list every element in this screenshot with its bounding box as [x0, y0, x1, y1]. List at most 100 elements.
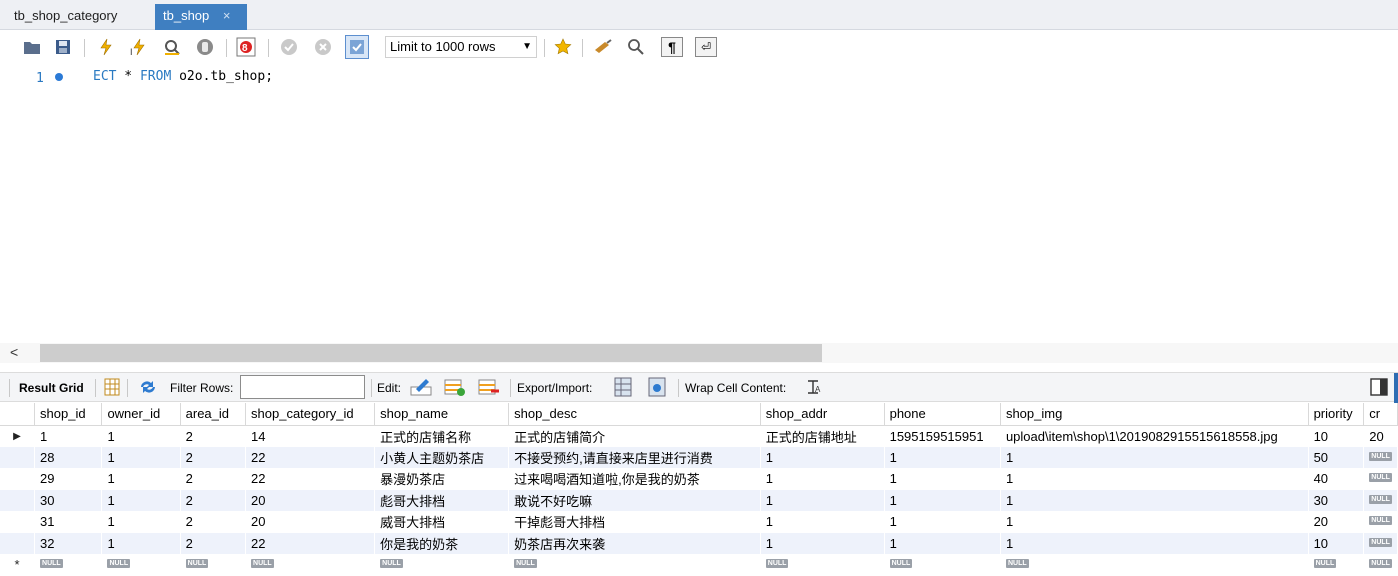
row-selector[interactable]: [0, 468, 35, 490]
table-cell[interactable]: 22: [246, 468, 375, 490]
row-selector[interactable]: [0, 511, 35, 533]
table-cell[interactable]: 20: [246, 511, 375, 533]
table-cell[interactable]: 2: [180, 446, 246, 468]
table-cell[interactable]: 10: [1308, 532, 1364, 554]
delete-row-icon[interactable]: [478, 377, 500, 401]
add-snippet-star-icon[interactable]: [553, 37, 573, 57]
column-header[interactable]: shop_name: [374, 403, 510, 426]
table-cell[interactable]: 30: [1308, 489, 1364, 511]
table-row[interactable]: 29 1 2 22 暴漫奶茶店 过来喝喝酒知道啦,你是我的奶茶 1 1 1 40 NULL: [0, 468, 1398, 490]
table-cell[interactable]: 1: [760, 489, 885, 511]
table-cell[interactable]: 10: [1308, 425, 1364, 447]
table-cell[interactable]: NULL: [375, 554, 509, 576]
table-cell[interactable]: 1: [760, 446, 885, 468]
export-icon[interactable]: [612, 377, 634, 401]
scroll-left-icon[interactable]: <: [10, 344, 18, 360]
table-cell[interactable]: 正式的店铺名称: [375, 425, 509, 447]
table-cell[interactable]: NULL: [1308, 554, 1364, 576]
execute-icon[interactable]: [96, 37, 116, 57]
table-cell[interactable]: 你是我的奶茶: [374, 532, 509, 554]
execute-current-icon[interactable]: I: [129, 37, 149, 57]
table-row[interactable]: 30 1 2 20 彪哥大排档 敢说不好吃嘛 1 1 1 30 NULL: [0, 489, 1398, 511]
sql-editor[interactable]: 1 ECT * FROM o2o.tb_shop;: [0, 63, 1398, 343]
table-cell[interactable]: 1: [102, 425, 180, 447]
autocommit-toggle-icon[interactable]: [345, 35, 369, 59]
table-cell[interactable]: 30: [34, 489, 102, 511]
table-cell[interactable]: 1: [35, 425, 102, 447]
table-cell[interactable]: NULL: [1364, 511, 1398, 533]
table-cell[interactable]: 2: [180, 532, 246, 554]
table-cell[interactable]: NULL: [1364, 554, 1398, 576]
table-cell[interactable]: 1: [1000, 489, 1309, 511]
table-cell[interactable]: 敢说不好吃嘛: [508, 489, 761, 511]
table-cell[interactable]: 22: [245, 446, 375, 468]
table-cell[interactable]: 1: [760, 511, 884, 533]
column-header[interactable]: area_id: [180, 403, 247, 426]
table-cell[interactable]: NULL: [1000, 554, 1308, 576]
toggle-panel-icon[interactable]: [1370, 378, 1388, 400]
table-cell[interactable]: 1: [884, 532, 1001, 554]
table-cell[interactable]: NULL: [102, 554, 180, 576]
new-row[interactable]: * NULL NULL NULL NULL NULL NULL NULL NULL NULL NUL…: [0, 554, 1398, 576]
refresh-arrows-icon[interactable]: [138, 378, 158, 400]
table-cell[interactable]: 1: [102, 511, 180, 533]
table-cell[interactable]: 彪哥大排档: [374, 489, 509, 511]
table-cell[interactable]: 1: [102, 468, 180, 490]
table-cell[interactable]: 20: [1308, 511, 1364, 533]
table-cell[interactable]: 1: [101, 446, 181, 468]
table-cell[interactable]: 1: [884, 489, 1001, 511]
table-cell[interactable]: 31: [35, 511, 102, 533]
table-cell[interactable]: 1: [1000, 468, 1308, 490]
row-selector[interactable]: [0, 532, 35, 554]
column-header[interactable]: shop_id: [34, 403, 103, 426]
table-cell[interactable]: NULL: [760, 554, 884, 576]
table-cell[interactable]: 不接受预约,请直接来店里进行消费: [508, 446, 761, 468]
table-cell[interactable]: 22: [245, 532, 375, 554]
table-row[interactable]: ▶ 1 1 2 14 正式的店铺名称 正式的店铺简介 正式的店铺地址 1595159515951…: [0, 425, 1398, 447]
table-cell[interactable]: 29: [35, 468, 102, 490]
table-cell[interactable]: NULL: [509, 554, 761, 576]
column-header[interactable]: phone: [884, 403, 1001, 426]
column-header[interactable]: shop_img: [1000, 403, 1309, 426]
grid-view-icon[interactable]: [104, 378, 120, 400]
scrollbar-thumb[interactable]: [40, 344, 822, 362]
table-cell[interactable]: 正式的店铺地址: [760, 425, 884, 447]
table-cell[interactable]: 干掉彪哥大排档: [509, 511, 761, 533]
table-row[interactable]: 28 1 2 22 小黄人主题奶茶店 不接受预约,请直接来店里进行消费 1 1 1 50 NULL: [0, 446, 1398, 468]
row-limit-select[interactable]: Limit to 1000 rows ▼: [385, 36, 537, 58]
add-row-icon[interactable]: [444, 377, 466, 401]
tab-tb-shop-category[interactable]: tb_shop_category: [6, 4, 146, 30]
table-cell[interactable]: 1: [1000, 446, 1309, 468]
table-cell[interactable]: 20: [1364, 425, 1398, 447]
table-cell[interactable]: 1: [101, 532, 181, 554]
commit-icon[interactable]: [279, 37, 299, 57]
table-cell[interactable]: 1595159515951: [884, 425, 1000, 447]
table-cell[interactable]: 2: [180, 511, 245, 533]
table-cell[interactable]: NULL: [1364, 468, 1398, 490]
filter-rows-input[interactable]: [240, 375, 365, 399]
table-cell[interactable]: 50: [1308, 446, 1364, 468]
column-header[interactable]: shop_category_id: [245, 403, 376, 426]
table-cell[interactable]: NULL: [180, 554, 245, 576]
table-cell[interactable]: NULL: [884, 554, 1000, 576]
table-cell[interactable]: 1: [1000, 532, 1309, 554]
table-row[interactable]: 31 1 2 20 威哥大排档 干掉彪哥大排档 1 1 1 20 NULL: [0, 511, 1398, 533]
stop-on-error-icon[interactable]: 8: [236, 37, 256, 57]
column-header[interactable]: shop_desc: [508, 403, 761, 426]
table-cell[interactable]: 14: [246, 425, 375, 447]
table-cell[interactable]: 奶茶店再次来袭: [508, 532, 761, 554]
table-cell[interactable]: 40: [1308, 468, 1364, 490]
tab-tb-shop[interactable]: tb_shop ×: [155, 4, 247, 30]
table-cell[interactable]: 2: [180, 489, 246, 511]
result-grid[interactable]: shop_id owner_id area_id shop_category_i…: [0, 403, 1398, 576]
row-selector[interactable]: [0, 446, 35, 468]
column-header[interactable]: priority: [1308, 403, 1365, 426]
column-header[interactable]: cr: [1363, 403, 1398, 426]
table-cell[interactable]: 2: [180, 425, 245, 447]
word-wrap-icon[interactable]: ⏎: [695, 37, 717, 57]
column-header[interactable]: owner_id: [101, 403, 181, 426]
table-cell[interactable]: 威哥大排档: [375, 511, 509, 533]
find-magnifier-icon[interactable]: [626, 37, 646, 57]
table-cell[interactable]: 过来喝喝酒知道啦,你是我的奶茶: [509, 468, 761, 490]
table-row[interactable]: 32 1 2 22 你是我的奶茶 奶茶店再次来袭 1 1 1 10 NULL: [0, 532, 1398, 554]
